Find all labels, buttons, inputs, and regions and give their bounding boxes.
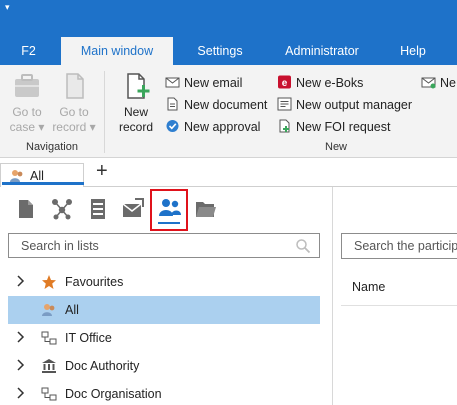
new-clipped-label: Ne: [440, 76, 456, 90]
new-approval-label: New approval: [184, 120, 261, 134]
highlight-box: [150, 189, 188, 231]
folder-icon[interactable]: [194, 197, 218, 221]
tree-item-label: IT Office: [65, 331, 112, 345]
chevron-right-icon[interactable]: [15, 386, 27, 400]
eboks-icon: e: [277, 75, 292, 89]
new-output-manager-button[interactable]: New output manager: [277, 96, 412, 114]
new-group-label: New: [325, 141, 348, 153]
email-icon: [421, 75, 436, 89]
mail-icon[interactable]: [121, 197, 145, 221]
new-email-clipped-button[interactable]: Ne: [421, 74, 456, 92]
tab-help[interactable]: Help: [381, 37, 445, 65]
org-unit-icon: [41, 386, 57, 402]
org-unit-icon: [41, 330, 57, 346]
chevron-right-icon[interactable]: [15, 274, 27, 288]
new-record-icon: [120, 71, 152, 101]
new-document-button[interactable]: New document: [165, 96, 267, 114]
tree-item-label: All: [65, 303, 79, 317]
authority-icon: [41, 358, 57, 374]
go-to-record-line2: record ▾: [52, 120, 96, 134]
add-tab-button[interactable]: +: [96, 161, 108, 181]
quick-access-menu-icon[interactable]: ▾: [5, 3, 10, 12]
tree-item-favourites[interactable]: Favourites: [8, 268, 320, 296]
output-manager-icon: [277, 97, 292, 111]
new-foi-request-button[interactable]: New FOI request: [277, 118, 390, 136]
tree-item-doc-organisation[interactable]: Doc Organisation: [8, 380, 320, 405]
star-icon: [41, 274, 57, 290]
go-to-case-button[interactable]: Go to case ▾: [5, 71, 49, 135]
document-icon: [58, 71, 90, 101]
briefcase-icon: [11, 71, 43, 101]
right-panel: [334, 187, 457, 405]
tree-item-all[interactable]: All: [8, 296, 320, 324]
new-document-label: New document: [184, 98, 268, 112]
tab-administrator[interactable]: Administrator: [267, 37, 377, 65]
active-tab-indicator: [2, 182, 84, 185]
approval-icon: [165, 119, 180, 133]
search-icon[interactable]: [295, 238, 311, 257]
new-email-button[interactable]: New email: [165, 74, 242, 92]
tree-item-label: Doc Organisation: [65, 387, 162, 401]
foi-request-icon: [277, 119, 292, 133]
search-in-lists-input[interactable]: Search in lists: [8, 233, 320, 258]
tab-f2[interactable]: F2: [0, 37, 57, 65]
go-to-case-line1: Go to: [12, 105, 42, 119]
column-header-name[interactable]: Name: [352, 280, 385, 294]
tree-item-label: Favourites: [65, 275, 124, 289]
go-to-record-button[interactable]: Go to record ▾: [52, 71, 96, 135]
hierarchy-icon[interactable]: [50, 197, 74, 221]
ribbon: Go to case ▾ Go to record ▾ Navigation N…: [0, 65, 457, 158]
new-eboks-label: New e-Boks: [296, 76, 364, 90]
new-approval-button[interactable]: New approval: [165, 118, 260, 136]
search-participants-placeholder: Search the participants: [354, 239, 457, 253]
tab-main-window[interactable]: Main window: [61, 37, 173, 65]
new-output-manager-label: New output manager: [296, 98, 413, 112]
search-in-lists-placeholder: Search in lists: [21, 239, 99, 253]
chevron-right-icon[interactable]: [15, 330, 27, 344]
participants-icon: [41, 302, 57, 318]
search-participants-input[interactable]: Search the participants: [341, 233, 457, 259]
new-record-line2: record: [118, 120, 153, 134]
new-record-line1: New: [123, 105, 148, 119]
tree-item-it-office[interactable]: IT Office: [8, 324, 320, 352]
svg-text:e: e: [282, 78, 288, 89]
tab-settings[interactable]: Settings: [177, 37, 263, 65]
records-icon[interactable]: [14, 197, 38, 221]
new-foi-request-label: New FOI request: [296, 120, 391, 134]
navigation-group-label: Navigation: [26, 141, 78, 153]
column-header-divider: [341, 305, 457, 306]
chevron-right-icon[interactable]: [15, 358, 27, 372]
menu-bar: F2 Main window Settings Administrator He…: [0, 37, 457, 65]
tree-item-label: Doc Authority: [65, 359, 140, 373]
tab-all-label: All: [30, 169, 44, 183]
ribbon-separator: [104, 71, 105, 153]
go-to-case-line2: case ▾: [9, 120, 45, 134]
tree-item-doc-authority[interactable]: Doc Authority: [8, 352, 320, 380]
new-eboks-button[interactable]: e New e-Boks: [277, 74, 363, 92]
new-email-label: New email: [184, 76, 243, 90]
go-to-record-line1: Go to: [59, 105, 89, 119]
email-icon: [165, 75, 180, 89]
title-bar: ▾: [0, 0, 457, 37]
document-icon: [165, 97, 180, 111]
archive-icon[interactable]: [86, 197, 110, 221]
new-record-button[interactable]: New record: [114, 71, 158, 135]
